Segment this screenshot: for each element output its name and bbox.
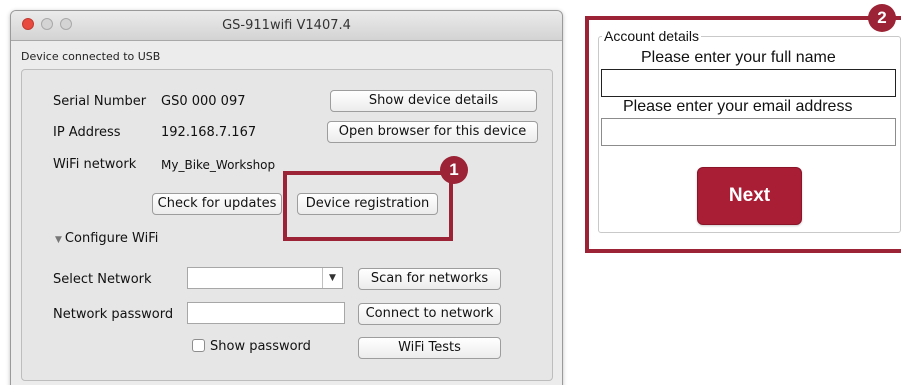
show-password-label: Show password <box>210 339 311 354</box>
wifi-network-value: My_Bike_Workshop <box>161 158 276 172</box>
configure-wifi-heading: Configure WiFi <box>64 231 159 246</box>
callout-2-badge: 2 <box>868 4 896 32</box>
scan-for-networks-button[interactable]: Scan for networks <box>358 268 501 290</box>
network-password-input[interactable] <box>187 302 345 324</box>
show-device-details-button[interactable]: Show device details <box>330 90 537 112</box>
open-browser-button[interactable]: Open browser for this device <box>327 121 538 143</box>
title-bar[interactable]: GS-911wifi V1407.4 <box>11 11 562 41</box>
network-password-label: Network password <box>53 307 174 322</box>
configure-wifi-toggle[interactable]: ▼ Configure WiFi <box>55 231 158 246</box>
wifi-network-label: WiFi network <box>53 157 137 172</box>
callout-1-highlight <box>283 171 453 241</box>
serial-number-label: Serial Number <box>53 94 147 109</box>
disclosure-triangle-icon: ▼ <box>55 235 62 245</box>
ip-address-label: IP Address <box>53 125 121 140</box>
connection-status: Device connected to USB <box>21 50 161 63</box>
callout-2-highlight <box>585 16 901 253</box>
window-title: GS-911wifi V1407.4 <box>222 18 351 33</box>
select-network-dropdown[interactable]: ▼ <box>187 267 343 289</box>
serial-number-value: GS0 000 097 <box>161 94 246 109</box>
wifi-tests-button[interactable]: WiFi Tests <box>358 337 501 359</box>
check-for-updates-button[interactable]: Check for updates <box>152 193 282 215</box>
chevron-down-icon[interactable]: ▼ <box>322 268 342 288</box>
show-password-checkbox[interactable] <box>192 339 205 352</box>
callout-1-badge: 1 <box>440 156 468 184</box>
connect-to-network-button[interactable]: Connect to network <box>358 303 501 325</box>
select-network-label: Select Network <box>53 272 152 287</box>
ip-address-value: 192.168.7.167 <box>161 125 257 140</box>
